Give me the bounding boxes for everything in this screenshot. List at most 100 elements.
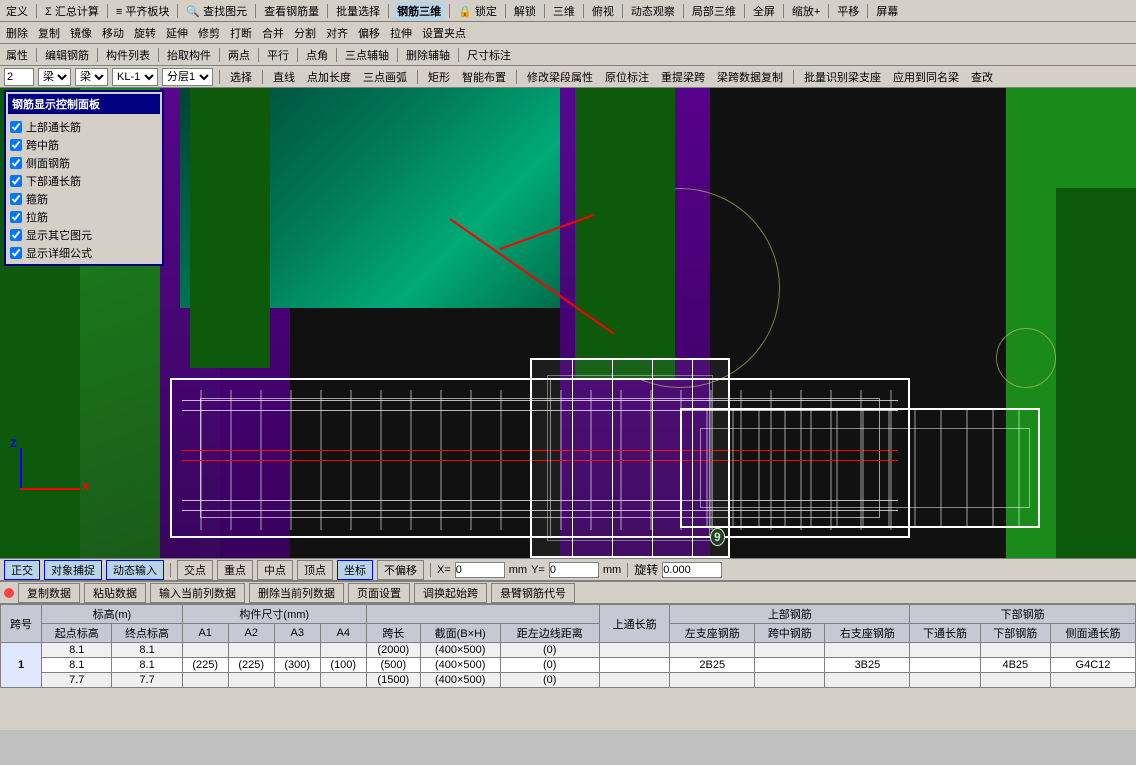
btn-align-slab[interactable]: ≡ 平齐板块 <box>112 2 173 20</box>
cb-tie[interactable] <box>10 211 22 223</box>
layer-select[interactable]: 分层1 <box>162 68 213 86</box>
btn-paste-data[interactable]: 粘贴数据 <box>84 583 146 603</box>
menu-define[interactable]: 定义 <box>2 2 32 20</box>
btn-batch-identify[interactable]: 批量识别梁支座 <box>800 68 885 86</box>
cb-span-mid[interactable] <box>10 139 22 151</box>
btn-parallel[interactable]: 平行 <box>263 46 293 64</box>
btn-dynamic-observe[interactable]: 动态观察 <box>627 2 679 20</box>
3d-viewport[interactable]: 9 X Z 钢筋显示控制面板 上部通长筋 跨中筋 侧面钢筋 下部通长筋 <box>0 88 1136 558</box>
btn-re-pick-span[interactable]: 重提梁跨 <box>657 68 709 86</box>
status-coord[interactable]: 坐标 <box>337 560 373 580</box>
btn-split[interactable]: 分割 <box>290 24 320 42</box>
btn-edit-rebar[interactable]: 编辑钢筋 <box>41 46 93 64</box>
status-ortho[interactable]: 正交 <box>4 560 40 580</box>
type1-select[interactable]: 梁 <box>38 68 71 86</box>
btn-3d[interactable]: 三维 <box>549 2 579 20</box>
panel-item-8: 显示详细公式 <box>8 244 160 262</box>
btn-move[interactable]: 移动 <box>98 24 128 42</box>
btn-pick-component[interactable]: 抬取构件 <box>163 46 215 64</box>
btn-del-col-data[interactable]: 删除当前列数据 <box>249 583 344 603</box>
btn-point-angle[interactable]: 点角 <box>302 46 332 64</box>
cell-mid-span-3 <box>755 673 825 688</box>
num-input[interactable] <box>4 68 34 86</box>
btn-align[interactable]: 对齐 <box>322 24 352 42</box>
btn-input-col-data[interactable]: 输入当前列数据 <box>150 583 245 603</box>
btn-unlock[interactable]: 解锁 <box>510 2 540 20</box>
status-intersect[interactable]: 交点 <box>177 560 213 580</box>
btn-local-3d[interactable]: 局部三维 <box>688 2 740 20</box>
btn-origin-label[interactable]: 原位标注 <box>601 68 653 86</box>
btn-rebar-3d[interactable]: 钢筋三维 <box>393 2 445 20</box>
btn-view-rebar[interactable]: 查看钢筋量 <box>260 2 323 20</box>
member-select[interactable]: KL-1 <box>112 68 158 86</box>
cell-bot-rebar-1 <box>980 643 1050 658</box>
btn-check[interactable]: 查改 <box>967 68 997 86</box>
btn-top-view[interactable]: 俯视 <box>588 2 618 20</box>
btn-rect[interactable]: 矩形 <box>424 68 454 86</box>
btn-page-setup[interactable]: 页面设置 <box>348 583 410 603</box>
cb-stirrup[interactable] <box>10 193 22 205</box>
btn-cantilever-code[interactable]: 悬臂钢筋代号 <box>491 583 575 603</box>
btn-find-element[interactable]: 🔍 查找图元 <box>182 2 251 20</box>
data-table-scroll[interactable]: 跨号 标高(m) 构件尺寸(mm) 上通长筋 上部钢筋 下部钢筋 起点标高 终点… <box>0 604 1136 729</box>
status-midpoint[interactable]: 中点 <box>257 560 293 580</box>
btn-apply-same-name[interactable]: 应用到同名梁 <box>889 68 963 86</box>
btn-component-list[interactable]: 构件列表 <box>102 46 154 64</box>
cb-side[interactable] <box>10 157 22 169</box>
btn-stretch[interactable]: 拉伸 <box>386 24 416 42</box>
btn-extend[interactable]: 延伸 <box>162 24 192 42</box>
btn-pan[interactable]: 平移 <box>833 2 863 20</box>
btn-del-axis[interactable]: 删除辅轴 <box>402 46 454 64</box>
btn-swap-start-span[interactable]: 调换起始跨 <box>414 583 487 603</box>
table-row: 1 8.1 8.1 (2000) (400×500) (0) <box>1 643 1136 658</box>
btn-span-data-copy[interactable]: 梁跨数据复制 <box>713 68 787 86</box>
btn-two-point[interactable]: 两点 <box>224 46 254 64</box>
status-no-offset[interactable]: 不偏移 <box>377 560 424 580</box>
status-vertex[interactable]: 顶点 <box>297 560 333 580</box>
btn-lock[interactable]: 🔒 锁定 <box>454 2 501 20</box>
btn-offset[interactable]: 偏移 <box>354 24 384 42</box>
cell-top-through-3 <box>599 673 669 688</box>
btn-rotate[interactable]: 旋转 <box>130 24 160 42</box>
close-icon[interactable] <box>4 588 14 598</box>
btn-copy-data[interactable]: 复制数据 <box>18 583 80 603</box>
rotate-label: 旋转 <box>634 561 658 578</box>
btn-merge[interactable]: 合并 <box>258 24 288 42</box>
btn-set-grip[interactable]: 设置夹点 <box>418 24 470 42</box>
cell-span-len-1: (2000) <box>366 643 420 658</box>
cb-formula[interactable] <box>10 247 22 259</box>
btn-screen[interactable]: 屏幕 <box>872 2 902 20</box>
btn-smart-layout[interactable]: 智能布置 <box>458 68 510 86</box>
y-input[interactable] <box>549 562 599 578</box>
btn-select[interactable]: 选择 <box>226 68 256 86</box>
btn-break[interactable]: 打断 <box>226 24 256 42</box>
cb-bot-through[interactable] <box>10 175 22 187</box>
btn-fullscreen[interactable]: 全屏 <box>749 2 779 20</box>
status-endpoint[interactable]: 重点 <box>217 560 253 580</box>
panel-item-7: 显示其它图元 <box>8 226 160 244</box>
btn-modify-segment[interactable]: 修改梁段属性 <box>523 68 597 86</box>
type2-select[interactable]: 梁 <box>75 68 108 86</box>
btn-dimension[interactable]: 尺寸标注 <box>463 46 515 64</box>
btn-3-arc[interactable]: 三点画弧 <box>359 68 411 86</box>
btn-delete[interactable]: 删除 <box>2 24 32 42</box>
status-dynamic[interactable]: 动态输入 <box>106 560 164 580</box>
btn-3-point-axis[interactable]: 三点辅轴 <box>341 46 393 64</box>
btn-copy[interactable]: 复制 <box>34 24 64 42</box>
btn-line[interactable]: 直线 <box>269 68 299 86</box>
th-a4: A4 <box>320 624 366 643</box>
x-input[interactable] <box>455 562 505 578</box>
btn-sum-calc[interactable]: Σ 汇总计算 <box>41 2 103 20</box>
label-other: 显示其它图元 <box>26 227 92 243</box>
btn-mirror[interactable]: 镜像 <box>66 24 96 42</box>
btn-trim[interactable]: 修剪 <box>194 24 224 42</box>
status-snap[interactable]: 对象捕捉 <box>44 560 102 580</box>
cb-top-through[interactable] <box>10 121 22 133</box>
btn-properties[interactable]: 属性 <box>2 46 32 64</box>
rotate-input[interactable] <box>662 562 722 578</box>
btn-point-add-len[interactable]: 点加长度 <box>303 68 355 86</box>
cb-other[interactable] <box>10 229 22 241</box>
th-left-support: 左支座钢筋 <box>670 624 755 643</box>
btn-zoom[interactable]: 缩放+ <box>788 2 824 20</box>
btn-batch-select[interactable]: 批量选择 <box>332 2 384 20</box>
